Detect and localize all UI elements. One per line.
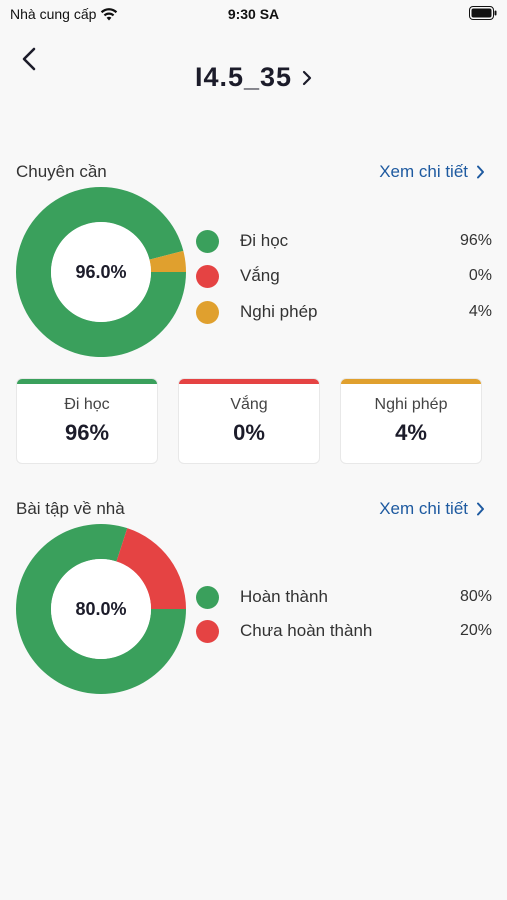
homework-detail-link[interactable]: Xem chi tiết (379, 499, 485, 519)
stat-card-label: Đi học (64, 396, 110, 413)
legend-value: 20% (459, 622, 492, 639)
page-title: I4.5_35 (194, 62, 293, 92)
class-selector[interactable]: I4.5_35 (0, 62, 507, 93)
attendance-detail-link[interactable]: Xem chi tiết (379, 162, 485, 182)
legend-value: 80% (459, 588, 492, 605)
status-time: 9:30 SA (227, 6, 280, 22)
chevron-right-icon (477, 165, 484, 179)
stat-card-bar (17, 379, 157, 384)
legend-label: Chưa hoàn thành (240, 621, 373, 640)
attendance-detail-label: Xem chi tiết (379, 162, 468, 181)
legend-label: Nghi phép (240, 302, 318, 321)
legend-item-present: Đi học 96% (196, 228, 492, 254)
chevron-right-icon (477, 502, 484, 516)
legend-dot-icon (196, 619, 219, 643)
legend-value: 96% (459, 232, 492, 249)
stat-card-value: 4% (395, 420, 427, 445)
legend-item-completed: Hoàn thành 80% (196, 584, 492, 610)
attendance-donut-center: 96.0% (75, 261, 127, 282)
status-bar: Nhà cung cấp 9:30 SA (0, 0, 507, 28)
battery-icon (469, 6, 497, 23)
attendance-donut-chart: 96.0% (15, 186, 186, 357)
legend-item-leave: Nghi phép 4% (196, 299, 492, 325)
legend-label: Hoàn thành (240, 587, 328, 606)
homework-section-title: Bài tập về nhà (16, 499, 125, 518)
stat-card-bar (341, 379, 481, 384)
legend-label: Đi học (240, 231, 289, 250)
legend-dot-icon (196, 264, 219, 288)
stat-card-present: Đi học 96% (16, 378, 158, 464)
legend-value: 0% (468, 267, 492, 284)
legend-label: Vắng (240, 266, 280, 285)
stat-card-value: 0% (233, 420, 265, 445)
legend-dot-icon (196, 229, 219, 253)
stat-card-label: Vắng (230, 396, 268, 413)
attendance-section-title: Chuyên cần (16, 162, 107, 181)
legend-dot-icon (196, 585, 219, 609)
stat-card-label: Nghi phép (374, 396, 448, 413)
legend-item-incomplete: Chưa hoàn thành 20% (196, 618, 492, 644)
legend-item-absent: Vắng 0% (196, 263, 492, 289)
homework-donut-chart: 80.0% (15, 524, 187, 694)
legend-value: 4% (468, 303, 492, 320)
homework-detail-label: Xem chi tiết (379, 499, 468, 518)
stat-card-leave: Nghi phép 4% (340, 378, 482, 464)
homework-donut-center: 80.0% (75, 598, 127, 619)
stat-card-value: 96% (64, 420, 110, 445)
chevron-right-icon (302, 70, 312, 85)
stat-card-bar (179, 379, 319, 384)
stat-card-absent: Vắng 0% (178, 378, 320, 464)
legend-dot-icon (196, 300, 219, 324)
